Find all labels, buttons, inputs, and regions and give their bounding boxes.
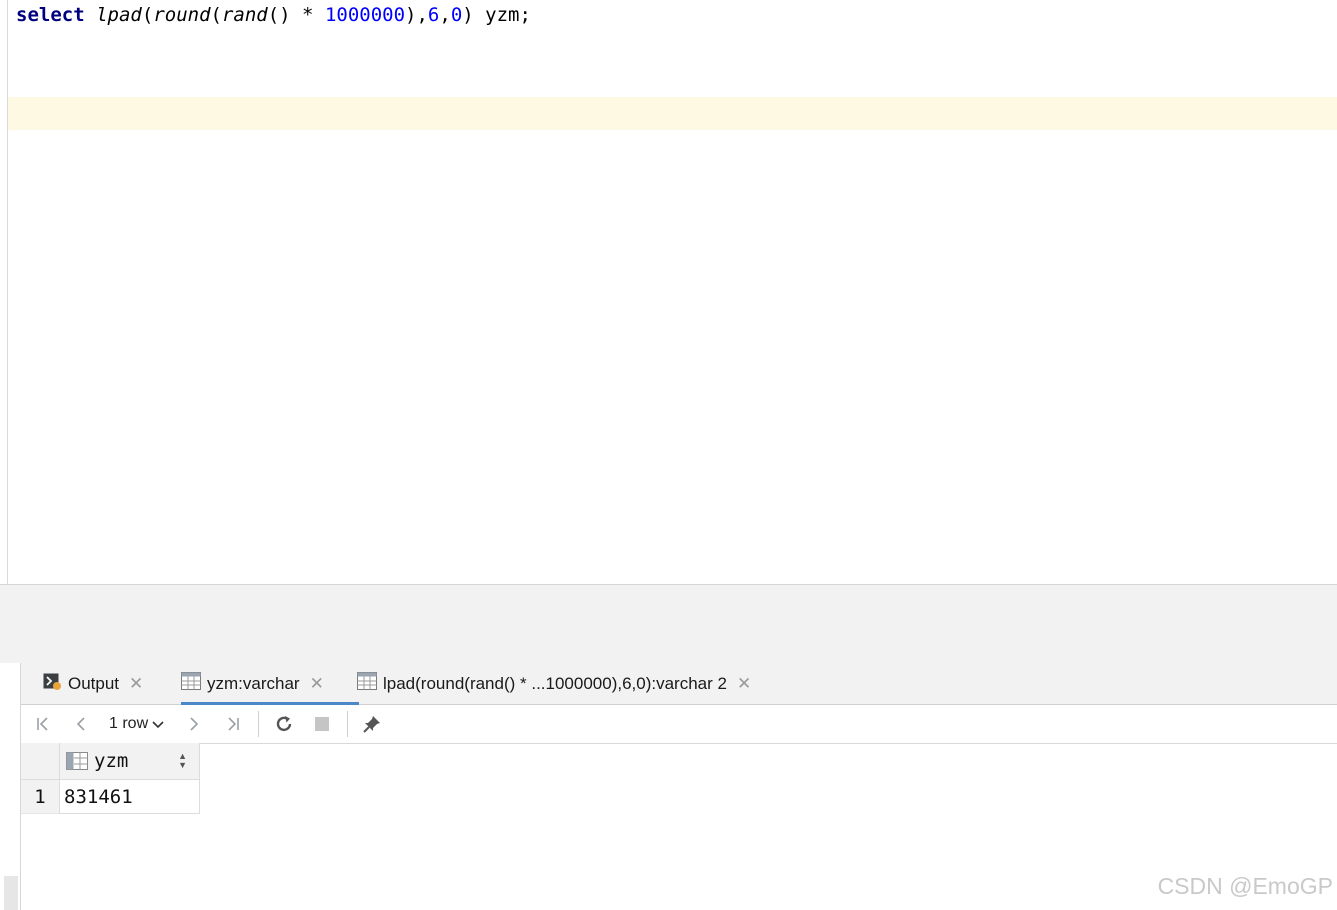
tab-label: lpad(round(rand() * ...1000000),6,0):var… bbox=[383, 673, 727, 693]
sql-punct: ( bbox=[210, 4, 222, 26]
results-tabbar: Output ✕ yzm:varchar ✕ lpad(round(rand()… bbox=[21, 663, 1337, 705]
chevron-down-icon bbox=[152, 719, 164, 729]
close-icon[interactable]: ✕ bbox=[129, 674, 143, 694]
tab-label: Output bbox=[68, 673, 120, 693]
editor-splitter[interactable] bbox=[0, 584, 1337, 624]
current-line-highlight bbox=[8, 97, 1337, 130]
prev-page-icon[interactable] bbox=[71, 705, 91, 743]
last-page-icon[interactable] bbox=[222, 705, 244, 743]
sql-punct: , bbox=[439, 4, 451, 26]
results-panel: Output ✕ yzm:varchar ✕ lpad(round(rand()… bbox=[20, 663, 1337, 910]
tab-output[interactable]: Output ✕ bbox=[43, 663, 143, 704]
sql-function-rand: rand bbox=[221, 4, 268, 26]
column-header-label: yzm bbox=[94, 750, 129, 772]
sql-function-lpad: lpad bbox=[96, 4, 142, 26]
grid-corner[interactable] bbox=[21, 743, 60, 780]
next-page-icon[interactable] bbox=[184, 705, 204, 743]
column-icon bbox=[66, 752, 88, 770]
results-toolbar: 1 row bbox=[21, 705, 1337, 744]
first-page-icon[interactable] bbox=[33, 705, 53, 743]
row-count-label: 1 row bbox=[109, 715, 149, 732]
sql-number: 0 bbox=[450, 4, 463, 26]
watermark: CSDN @EmoGP bbox=[1157, 873, 1333, 899]
row-number[interactable]: 1 bbox=[21, 780, 60, 814]
table-cell[interactable]: 831461 bbox=[60, 780, 200, 814]
close-icon[interactable]: ✕ bbox=[737, 674, 751, 694]
toolbar-divider bbox=[258, 711, 259, 737]
stop-icon[interactable] bbox=[311, 705, 333, 743]
table-icon bbox=[181, 672, 201, 695]
sql-punct: () * bbox=[267, 4, 325, 26]
table-icon bbox=[357, 672, 377, 695]
cell-value: 831461 bbox=[64, 785, 133, 808]
console-icon bbox=[43, 672, 62, 696]
tab-lpad-varchar[interactable]: lpad(round(rand() * ...1000000),6,0):var… bbox=[357, 663, 751, 704]
scrollbar[interactable] bbox=[4, 876, 18, 910]
row-count-dropdown[interactable]: 1 row bbox=[109, 705, 164, 743]
sql-punct: ) yzm; bbox=[462, 4, 531, 26]
sql-editor[interactable]: select lpad(round(rand() * 1000000),6,0)… bbox=[0, 0, 1337, 584]
column-header-yzm[interactable]: yzm ▲ ▼ bbox=[60, 743, 200, 780]
pin-icon[interactable] bbox=[360, 705, 384, 743]
sort-icon[interactable]: ▲ ▼ bbox=[178, 752, 187, 770]
sql-code-line[interactable]: select lpad(round(rand() * 1000000),6,0)… bbox=[16, 3, 531, 27]
tab-label: yzm:varchar bbox=[207, 673, 300, 693]
sql-function-round: round bbox=[153, 4, 211, 26]
sql-keyword-select: select bbox=[16, 4, 85, 26]
close-icon[interactable]: ✕ bbox=[310, 674, 324, 694]
tool-window-header bbox=[0, 623, 1337, 663]
sql-punct: ( bbox=[141, 4, 154, 26]
tab-yzm-varchar[interactable]: yzm:varchar ✕ bbox=[181, 663, 359, 705]
toolbar-divider bbox=[347, 711, 348, 737]
sql-number: 6 bbox=[427, 4, 440, 26]
refresh-icon[interactable] bbox=[272, 705, 296, 743]
sql-number: 1000000 bbox=[324, 4, 406, 26]
sql-punct: ), bbox=[405, 4, 428, 26]
editor-gutter bbox=[0, 0, 8, 584]
